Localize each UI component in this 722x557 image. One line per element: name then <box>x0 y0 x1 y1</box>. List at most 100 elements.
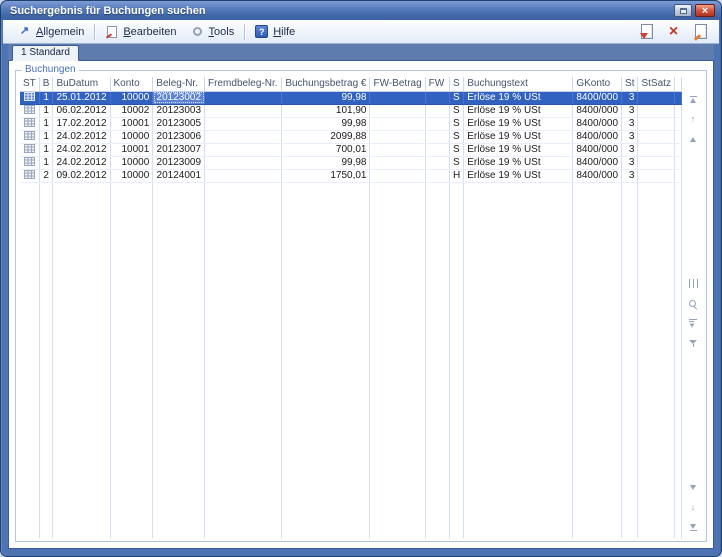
cell-betrag[interactable]: 101,90 <box>282 104 370 117</box>
search-button[interactable] <box>686 297 701 310</box>
column-header-budatum[interactable]: BuDatum <box>53 77 110 91</box>
cell-gkonto[interactable]: 8400/000 <box>573 117 622 130</box>
column-header-st[interactable]: St <box>622 77 638 91</box>
cell-s[interactable]: S <box>450 130 464 143</box>
cell-st[interactable]: 3 <box>622 104 638 117</box>
table-row[interactable]: 124.02.20121000120123007700,01SErlöse 19… <box>20 143 682 156</box>
cell-st[interactable] <box>20 169 39 182</box>
cell-beleg_nr[interactable]: 20123002 <box>153 91 205 104</box>
cell-betrag[interactable]: 99,98 <box>282 117 370 130</box>
table-row[interactable]: 124.02.201210000201230062099,88SErlöse 1… <box>20 130 682 143</box>
apply-document-icon-button[interactable] <box>638 23 655 40</box>
cell-beleg_nr[interactable]: 20123005 <box>153 117 205 130</box>
cell-b[interactable]: 1 <box>39 117 53 130</box>
cell-gkonto[interactable]: 8400/000 <box>573 143 622 156</box>
cell-stsatz[interactable] <box>638 117 675 130</box>
cell-fw[interactable] <box>425 91 449 104</box>
cell-betrag[interactable]: 1750,01 <box>282 169 370 182</box>
cell-fremdbeleg_nr[interactable] <box>205 143 282 156</box>
table-row[interactable]: 106.02.20121000220123003101,90SErlöse 19… <box>20 104 682 117</box>
cell-stsatz[interactable] <box>638 156 675 169</box>
cell-fw_betrag[interactable] <box>370 130 425 143</box>
cell-st[interactable] <box>20 104 39 117</box>
cell-fw_betrag[interactable] <box>370 169 425 182</box>
table-row[interactable]: 117.02.2012100012012300599,98SErlöse 19 … <box>20 117 682 130</box>
cell-konto[interactable]: 10002 <box>110 104 153 117</box>
cell-budatum[interactable]: 25.01.2012 <box>53 91 110 104</box>
cell-b[interactable]: 1 <box>39 143 53 156</box>
table-row[interactable]: 124.02.2012100002012300999,98SErlöse 19 … <box>20 156 682 169</box>
cell-b[interactable]: 1 <box>39 91 53 104</box>
sort-button[interactable] <box>686 317 701 330</box>
column-header-fremdbeleg-nr-[interactable]: Fremdbeleg-Nr. <box>205 77 282 91</box>
cell-buchungstext[interactable]: Erlöse 19 % USt <box>464 169 573 182</box>
cell-gkonto[interactable]: 8400/000 <box>573 169 622 182</box>
filter-button[interactable] <box>686 337 701 350</box>
column-header-fw-betrag[interactable]: FW-Betrag <box>370 77 425 91</box>
column-header-beleg-nr-[interactable]: Beleg-Nr. <box>153 77 205 91</box>
column-options-button[interactable] <box>686 277 701 290</box>
cell-beleg_nr[interactable]: 20123003 <box>153 104 205 117</box>
cell-konto[interactable]: 10001 <box>110 143 153 156</box>
cell-st[interactable]: 3 <box>622 130 638 143</box>
cell-fw_betrag[interactable] <box>370 156 425 169</box>
cell-st[interactable]: 3 <box>622 117 638 130</box>
cell-stsatz[interactable] <box>638 130 675 143</box>
cell-st[interactable]: 3 <box>622 169 638 182</box>
cell-fremdbeleg_nr[interactable] <box>205 156 282 169</box>
cell-fw[interactable] <box>425 117 449 130</box>
cell-stsatz[interactable] <box>638 143 675 156</box>
cell-stsatz[interactable] <box>638 104 675 117</box>
note-document-icon-button[interactable] <box>692 23 709 40</box>
cell-budatum[interactable]: 06.02.2012 <box>53 104 110 117</box>
cell-beleg_nr[interactable]: 20123007 <box>153 143 205 156</box>
cell-buchungstext[interactable]: Erlöse 19 % USt <box>464 91 573 104</box>
cell-fremdbeleg_nr[interactable] <box>205 91 282 104</box>
cell-s[interactable]: S <box>450 117 464 130</box>
tab-standard[interactable]: 1 Standard <box>12 45 79 61</box>
cell-betrag[interactable]: 700,01 <box>282 143 370 156</box>
cell-s[interactable]: S <box>450 156 464 169</box>
cell-s[interactable]: H <box>450 169 464 182</box>
cell-konto[interactable]: 10000 <box>110 130 153 143</box>
table-row[interactable]: 125.01.2012100002012300299,98SErlöse 19 … <box>20 91 682 104</box>
cell-s[interactable]: S <box>450 104 464 117</box>
cell-beleg_nr[interactable]: 20123009 <box>153 156 205 169</box>
cell-konto[interactable]: 10000 <box>110 156 153 169</box>
scroll-to-top-button[interactable] <box>686 93 701 106</box>
cell-st[interactable]: 3 <box>622 156 638 169</box>
cell-s[interactable]: S <box>450 143 464 156</box>
cell-fw[interactable] <box>425 169 449 182</box>
cell-buchungstext[interactable]: Erlöse 19 % USt <box>464 104 573 117</box>
cell-b[interactable]: 2 <box>39 169 53 182</box>
cell-fw_betrag[interactable] <box>370 143 425 156</box>
cell-budatum[interactable]: 24.02.2012 <box>53 143 110 156</box>
column-header-gkonto[interactable]: GKonto <box>573 77 622 91</box>
cell-fw[interactable] <box>425 130 449 143</box>
cell-buchungstext[interactable]: Erlöse 19 % USt <box>464 117 573 130</box>
cell-fremdbeleg_nr[interactable] <box>205 104 282 117</box>
menu-tools[interactable]: Tools <box>184 23 242 40</box>
cell-buchungstext[interactable]: Erlöse 19 % USt <box>464 156 573 169</box>
cell-fremdbeleg_nr[interactable] <box>205 169 282 182</box>
menu-hilfe[interactable]: ?Hilfe <box>248 23 302 40</box>
cell-buchungstext[interactable]: Erlöse 19 % USt <box>464 130 573 143</box>
cell-konto[interactable]: 10000 <box>110 91 153 104</box>
row-down-button[interactable]: ↓ <box>686 501 701 514</box>
menu-allgemein[interactable]: ↗Allgemein <box>11 23 91 40</box>
menu-bearbeiten[interactable]: Bearbeiten <box>98 23 183 40</box>
cancel-icon-button[interactable]: × <box>665 23 682 40</box>
cell-st[interactable] <box>20 156 39 169</box>
cell-betrag[interactable]: 99,98 <box>282 156 370 169</box>
cell-gkonto[interactable]: 8400/000 <box>573 156 622 169</box>
cell-fw_betrag[interactable] <box>370 117 425 130</box>
cell-stsatz[interactable] <box>638 169 675 182</box>
cell-budatum[interactable]: 24.02.2012 <box>53 130 110 143</box>
cell-konto[interactable]: 10001 <box>110 117 153 130</box>
cell-stsatz[interactable] <box>638 91 675 104</box>
cell-budatum[interactable]: 24.02.2012 <box>53 156 110 169</box>
cell-gkonto[interactable]: 8400/000 <box>573 91 622 104</box>
cell-betrag[interactable]: 99,98 <box>282 91 370 104</box>
cell-konto[interactable]: 10000 <box>110 169 153 182</box>
column-header-s[interactable]: S <box>450 77 464 91</box>
